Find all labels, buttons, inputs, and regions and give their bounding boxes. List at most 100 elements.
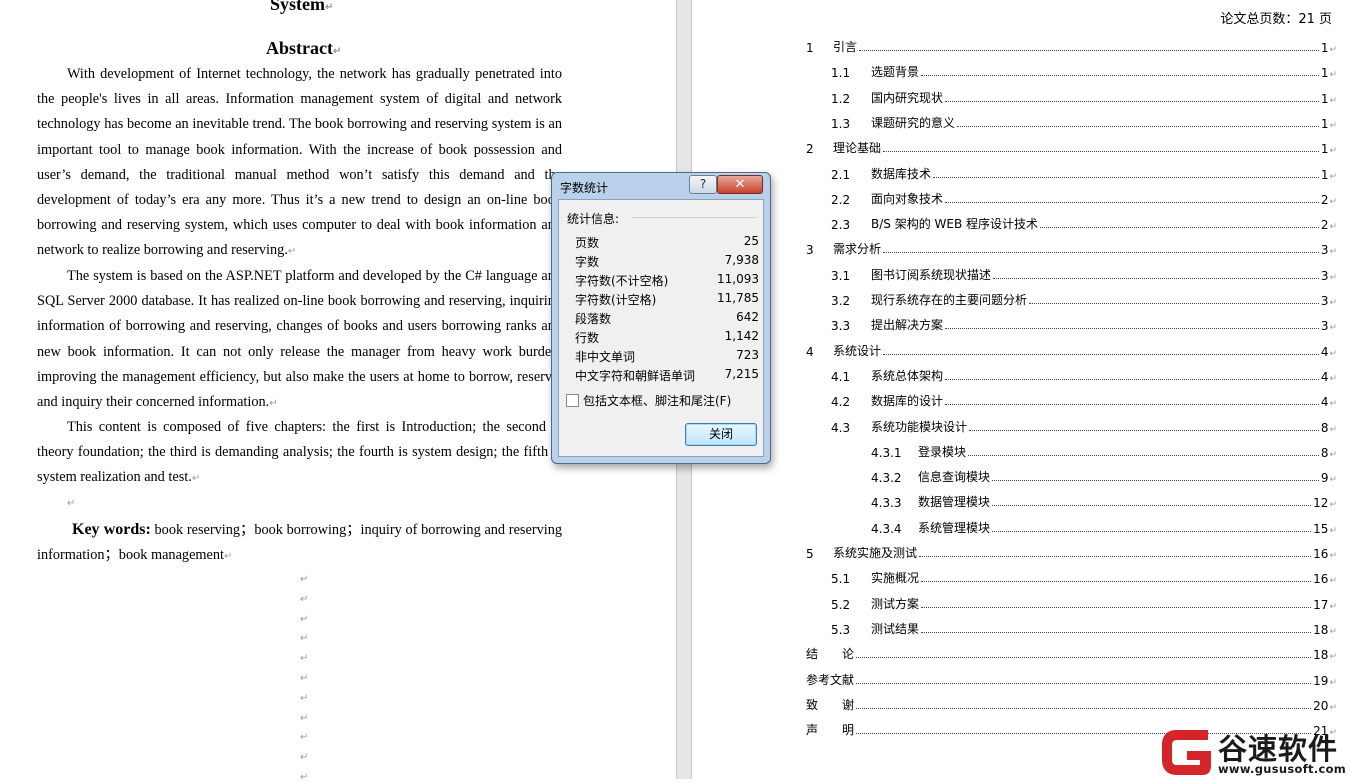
toc-entry-page: 4 <box>1320 369 1329 384</box>
toc-entry[interactable]: 参考文献 19 ↵ <box>806 668 1337 688</box>
toc-entry[interactable]: 2.1 数据库技术 1 ↵ <box>806 162 1337 182</box>
paragraph-mark: ↵ <box>1329 551 1337 561</box>
toc-entry[interactable]: 4.3 系统功能模块设计 8 ↵ <box>806 415 1337 435</box>
paragraph-mark: ↵ <box>1329 576 1337 587</box>
toc-entry-page: 1 <box>1320 142 1329 157</box>
toc-entry-title: 数据库技术 <box>871 166 932 181</box>
toc-entry-title: 登录模块 <box>918 444 967 459</box>
toc-entry[interactable]: 4.3.1 登录模块 8 ↵ <box>806 440 1337 460</box>
toc-entry-page: 9 <box>1320 471 1329 486</box>
toc-entry[interactable]: 3.3 提出解决方案 3 ↵ <box>806 313 1337 333</box>
toc-entry-page: 4 <box>1320 344 1329 359</box>
close-button[interactable]: 关闭 <box>685 423 757 446</box>
include-textboxes-checkbox[interactable] <box>566 394 579 407</box>
paragraph-mark: ↵ <box>300 613 309 625</box>
toc-entry-title: 面向对象技术 <box>871 191 944 206</box>
toc-entry-title: 系统总体架构 <box>871 368 944 383</box>
toc-entry-page: 3 <box>1320 294 1329 308</box>
toc-entry-number: 4.3.4 <box>871 521 902 536</box>
toc-entry[interactable]: 2.3 B/S 架构的 WEB 程序设计技术 2 ↵ <box>806 212 1337 232</box>
toc-entry-title: 测试方案 <box>871 596 920 611</box>
toc-leader-dots <box>883 251 1319 254</box>
help-button[interactable]: ? <box>689 175 717 194</box>
toc-leader-dots <box>992 504 1312 507</box>
abstract-paragraph-1: With development of Internet technology,… <box>37 66 562 259</box>
abstract-heading: Abstract↵ <box>266 38 342 58</box>
toc-entry-title: 测试结果 <box>871 621 920 636</box>
statistics-caption: 统计信息: <box>567 212 620 226</box>
keywords-paragraph: Key words: book reserving；book borrowing… <box>37 521 563 564</box>
toc-leader-dots <box>945 201 1319 203</box>
toc-leader-dots <box>993 277 1319 279</box>
paragraph-mark: ↵ <box>1329 626 1337 637</box>
toc-entry-title: 实施概况 <box>871 571 920 586</box>
toc-leader-dots <box>957 125 1319 127</box>
document-title-fragment: System↵ <box>270 0 334 14</box>
toc-entry[interactable]: 5.2 测试方案 17 ↵ <box>806 592 1337 612</box>
toc-entry[interactable]: 4.3.4 系统管理模块 15 ↵ <box>806 516 1337 536</box>
toc-entry-page: 15 <box>1313 521 1329 536</box>
toc-entry-title: 现行系统存在的主要问题分析 <box>871 293 1028 307</box>
toc-entry-title: 数据管理模块 <box>918 495 991 510</box>
toc-entry[interactable]: 4.1 系统总体架构 4 ↵ <box>806 364 1337 384</box>
stat-value: 11,785 <box>717 291 759 305</box>
toc-entry[interactable]: 1.3 课题研究的意义 1 ↵ <box>806 111 1337 131</box>
logo-url-text: www.gususoft.com <box>1218 762 1347 776</box>
paragraph-mark: ↵ <box>300 593 309 605</box>
toc-entry[interactable]: 3.1 图书订阅系统现状描述 3 ↵ <box>806 263 1337 283</box>
toc-entry-title: 课题研究的意义 <box>871 115 956 130</box>
toc-entry[interactable]: 结 论 18 ↵ <box>806 642 1337 662</box>
paragraph-mark: ↵ <box>300 673 309 684</box>
paragraph-mark: ↵ <box>1329 171 1337 182</box>
toc-entry-title: 致 谢 <box>806 697 855 712</box>
paragraph-mark: ↵ <box>1329 247 1337 258</box>
toc-entry-page: 1 <box>1320 91 1329 106</box>
toc-entry-page: 16 <box>1313 572 1329 587</box>
toc-entry[interactable]: 4.2 数据库的设计 4 ↵ <box>806 389 1337 409</box>
toc-entry-page: 17 <box>1313 597 1329 612</box>
paragraph-mark: ↵ <box>67 498 76 509</box>
paragraph-mark: ↵ <box>1329 196 1337 207</box>
dialog-close-icon[interactable]: ✕ <box>717 175 763 194</box>
toc-entry[interactable]: 3.2 现行系统存在的主要问题分析 3 ↵ <box>806 288 1337 308</box>
abstract-paragraph-2: The system is based on the ASP.NET platf… <box>37 268 562 411</box>
stat-value: 25 <box>743 234 759 248</box>
toc-leader-dots <box>1029 302 1319 304</box>
toc-leader-dots <box>856 682 1312 684</box>
paragraph-mark: ↵ <box>1329 475 1337 486</box>
paragraph-mark: ↵ <box>1329 399 1337 410</box>
toc-entry[interactable]: 2.2 面向对象技术 2 ↵ <box>806 187 1337 207</box>
paragraph-mark: ↵ <box>1329 525 1337 536</box>
include-textboxes-label[interactable]: 包括文本框、脚注和尾注(F) <box>583 392 731 409</box>
toc-entry-title: 参考文献 <box>806 672 855 687</box>
toc-entry[interactable]: 5.1 实施概况 16 ↵ <box>806 566 1337 586</box>
toc-entry[interactable]: 1.2 国内研究现状 1 ↵ <box>806 86 1337 106</box>
toc-leader-dots <box>933 176 1319 178</box>
stat-value: 7,938 <box>724 253 759 267</box>
toc-entry[interactable]: 1.1 选题背景 1 ↵ <box>806 60 1337 80</box>
stat-label: 页数 <box>575 236 600 250</box>
toc-entry[interactable]: 4.3.2 信息查询模块 9 ↵ <box>806 465 1337 485</box>
toc-entry[interactable]: 4 系统设计 4 ↵ <box>806 339 1337 359</box>
toc-entry[interactable]: 致 谢 20 ↵ <box>806 693 1337 713</box>
toc-entry[interactable]: 4.3.3 数据管理模块 12 ↵ <box>806 490 1337 510</box>
toc-entry[interactable]: 5 系统实施及测试 16 ↵ <box>806 541 1337 561</box>
toc-entry[interactable]: 3 需求分析 3 ↵ <box>806 237 1337 257</box>
toc-entry-number: 5.2 <box>831 597 851 612</box>
toc-entry-number: 3.2 <box>831 294 851 308</box>
paragraph-mark: ↵ <box>1329 146 1337 157</box>
toc-entry-title: 选题背景 <box>871 65 920 80</box>
caption-divider <box>631 217 757 218</box>
stat-label: 字符数(计空格) <box>575 293 657 307</box>
toc-entry-page: 1 <box>1320 41 1329 55</box>
toc-entry-title: B/S 架构的 WEB 程序设计技术 <box>871 217 1039 232</box>
toc-entry[interactable]: 1 引言 1 ↵ <box>806 35 1337 55</box>
toc-entry[interactable]: 5.3 测试结果 18 ↵ <box>806 617 1337 637</box>
toc-entry-title: 信息查询模块 <box>918 470 991 485</box>
toc-entry-number: 2 <box>806 142 814 157</box>
toc-entry-page: 3 <box>1320 319 1329 334</box>
toc-entry-number: 1.1 <box>831 66 851 81</box>
toc-entry-page: 8 <box>1320 420 1329 435</box>
paragraph-mark: ↵ <box>1329 298 1337 308</box>
toc-entry[interactable]: 2 理论基础 1 ↵ <box>806 136 1337 156</box>
